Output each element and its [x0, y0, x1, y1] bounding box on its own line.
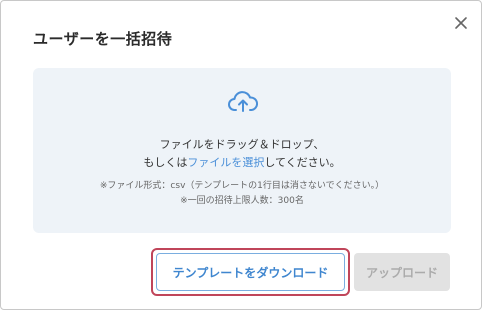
upload-button[interactable]: アップロード — [354, 253, 450, 291]
select-file-link[interactable]: ファイルを選択 — [187, 156, 264, 169]
dropzone-instruction-2: もしくはファイルを選択してください。 — [33, 154, 451, 170]
close-icon[interactable] — [451, 13, 471, 33]
file-format-note: ※ファイル形式：csv（テンプレートの1行目は消さないでください。） — [99, 181, 385, 191]
cloud-upload-icon — [228, 91, 258, 112]
file-dropzone[interactable]: ファイルをドラッグ＆ドロップ、 もしくはファイルを選択してください。 ※ファイル… — [33, 68, 451, 233]
invite-limit-note: ※一回の招待上限人数：300名 — [180, 196, 304, 206]
dialog-title: ユーザーを一括招待 — [33, 30, 173, 48]
dropzone-text-prefix: もしくは — [143, 156, 188, 169]
dropzone-instruction: ファイルをドラッグ＆ドロップ、 — [159, 138, 325, 151]
dropzone-text-suffix: してください。 — [264, 156, 341, 169]
bulk-invite-dialog: ユーザーを一括招待 ファイルをドラッグ＆ドロップ、 もしくはファイルを選択してく… — [0, 0, 482, 310]
download-template-button[interactable]: テンプレートをダウンロード — [156, 253, 345, 291]
